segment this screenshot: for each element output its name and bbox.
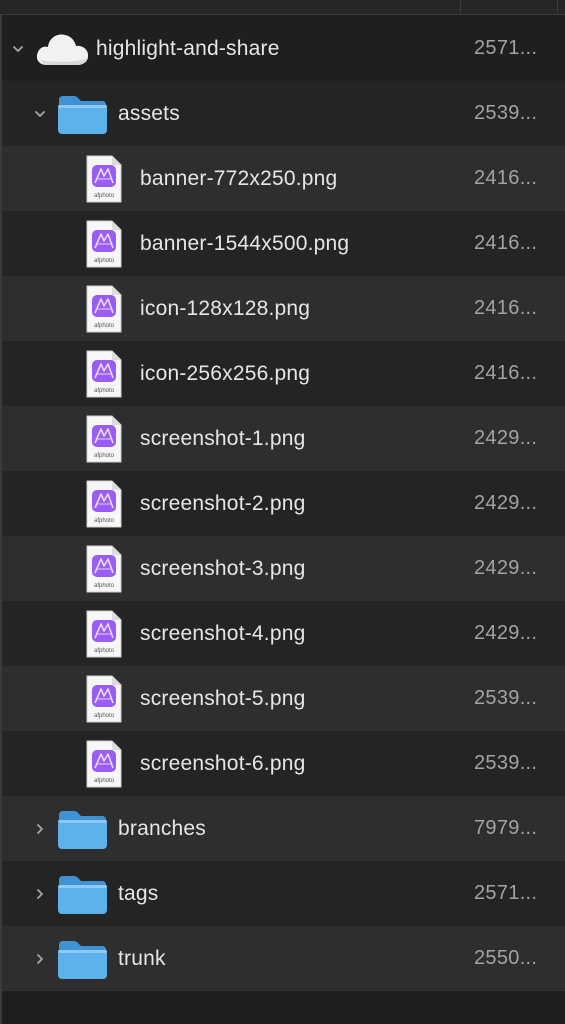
item-name-assets: assets [118, 101, 180, 125]
afphoto-file-icon: afphoto [82, 478, 126, 530]
list-item[interactable]: afphoto banner-772x250.png 2416... [2, 146, 565, 211]
finder-list-view: highlight-and-share 2571... assets 2539... a… [0, 0, 565, 1024]
folder-icon [55, 870, 109, 918]
item-name-screenshot-5-png: screenshot-5.png [140, 686, 306, 710]
afphoto-file-icon: afphoto [82, 348, 126, 400]
afphoto-file-icon: afphoto [82, 153, 126, 205]
item-name-icon-256x256-png: icon-256x256.png [140, 361, 311, 385]
list-item[interactable]: highlight-and-share 2571... [2, 16, 565, 81]
svg-text:afphoto: afphoto [94, 713, 115, 719]
folder-icon [55, 935, 109, 983]
item-size: 2550... [474, 947, 538, 969]
chevron-right-icon[interactable] [31, 820, 49, 838]
svg-text:afphoto: afphoto [94, 648, 115, 654]
item-name-screenshot-6-png: screenshot-6.png [140, 751, 306, 775]
item-name-tags: tags [118, 881, 159, 905]
chevron-down-icon[interactable] [31, 105, 49, 123]
item-name-trunk: trunk [118, 946, 166, 970]
item-size: 2429... [474, 622, 538, 644]
list-item[interactable]: branches 7979... [2, 796, 565, 861]
item-name-screenshot-2-png: screenshot-2.png [140, 491, 306, 515]
svg-text:afphoto: afphoto [94, 193, 115, 199]
column-divider[interactable] [557, 0, 558, 14]
item-size: 2539... [474, 687, 538, 709]
item-size: 2539... [474, 102, 538, 124]
file-list: highlight-and-share 2571... assets 2539... a… [2, 16, 565, 991]
column-header-strip [0, 0, 565, 15]
afphoto-file-icon: afphoto [82, 543, 126, 595]
item-size: 2416... [474, 362, 538, 384]
folder-icon [55, 805, 109, 853]
list-item[interactable]: afphoto screenshot-5.png 2539... [2, 666, 565, 731]
afphoto-file-icon: afphoto [82, 283, 126, 335]
afphoto-file-icon: afphoto [82, 218, 126, 270]
item-name-banner-772x250-png: banner-772x250.png [140, 166, 338, 190]
item-size: 2539... [474, 752, 538, 774]
svg-text:afphoto: afphoto [94, 453, 115, 459]
list-item[interactable]: tags 2571... [2, 861, 565, 926]
item-name-icon-128x128-png: icon-128x128.png [140, 296, 311, 320]
list-item[interactable]: trunk 2550... [2, 926, 565, 991]
item-size: 2416... [474, 297, 538, 319]
item-size: 2429... [474, 492, 538, 514]
item-name-highlight-and-share: highlight-and-share [96, 36, 280, 60]
afphoto-file-icon: afphoto [82, 413, 126, 465]
list-item[interactable]: afphoto icon-128x128.png 2416... [2, 276, 565, 341]
item-name-banner-1544x500-png: banner-1544x500.png [140, 231, 350, 255]
svg-text:afphoto: afphoto [94, 778, 115, 784]
item-size: 7979... [474, 817, 538, 839]
item-size: 2571... [474, 37, 538, 59]
svg-text:afphoto: afphoto [94, 518, 115, 524]
item-name-branches: branches [118, 816, 206, 840]
chevron-right-icon[interactable] [31, 950, 49, 968]
item-name-screenshot-3-png: screenshot-3.png [140, 556, 306, 580]
list-item[interactable]: afphoto screenshot-4.png 2429... [2, 601, 565, 666]
list-item[interactable]: afphoto screenshot-6.png 2539... [2, 731, 565, 796]
chevron-down-icon[interactable] [9, 40, 27, 58]
list-item[interactable]: afphoto screenshot-1.png 2429... [2, 406, 565, 471]
list-item[interactable]: assets 2539... [2, 81, 565, 146]
svg-text:afphoto: afphoto [94, 583, 115, 589]
item-size: 2429... [474, 557, 538, 579]
item-name-screenshot-1-png: screenshot-1.png [140, 426, 306, 450]
afphoto-file-icon: afphoto [82, 608, 126, 660]
list-item[interactable]: afphoto screenshot-2.png 2429... [2, 471, 565, 536]
chevron-right-icon[interactable] [31, 885, 49, 903]
svg-text:afphoto: afphoto [94, 388, 115, 394]
item-size: 2571... [474, 882, 538, 904]
afphoto-file-icon: afphoto [82, 673, 126, 725]
list-item[interactable]: afphoto icon-256x256.png 2416... [2, 341, 565, 406]
item-size: 2416... [474, 232, 538, 254]
item-name-screenshot-4-png: screenshot-4.png [140, 621, 306, 645]
list-item[interactable]: afphoto banner-1544x500.png 2416... [2, 211, 565, 276]
cloud-icon [32, 25, 92, 73]
item-size: 2429... [474, 427, 538, 449]
svg-text:afphoto: afphoto [94, 323, 115, 329]
svg-text:afphoto: afphoto [94, 258, 115, 264]
folder-icon [55, 90, 109, 138]
item-size: 2416... [474, 167, 538, 189]
list-item[interactable]: afphoto screenshot-3.png 2429... [2, 536, 565, 601]
afphoto-file-icon: afphoto [82, 738, 126, 790]
column-divider[interactable] [460, 0, 461, 14]
